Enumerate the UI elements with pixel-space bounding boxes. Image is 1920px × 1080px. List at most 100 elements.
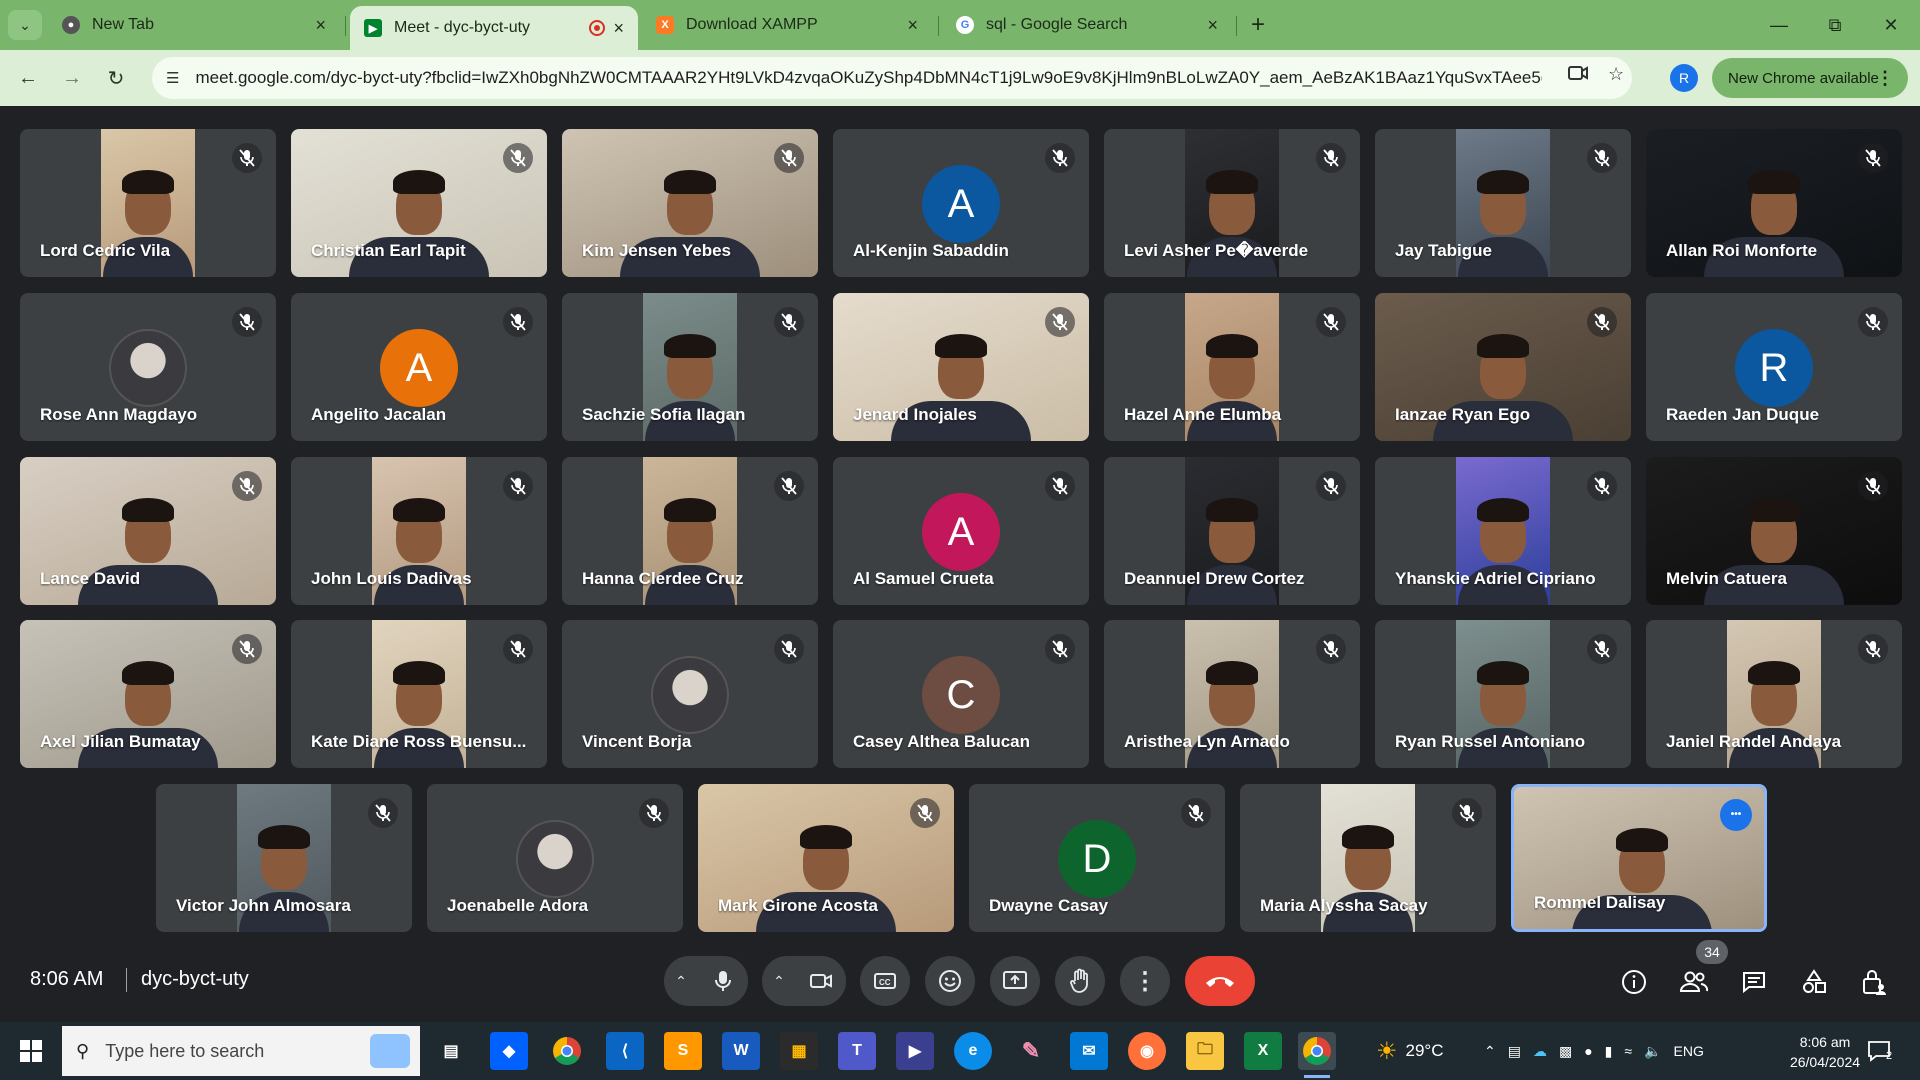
participant-tile-christian-earl-tapit[interactable]: Christian Earl Tapit [291, 129, 547, 277]
host-controls-button[interactable] [1854, 962, 1894, 1002]
start-button[interactable] [10, 1030, 52, 1072]
volume-icon[interactable]: 🔈 [1644, 1043, 1661, 1060]
dropbox-app[interactable]: ◆ [490, 1032, 528, 1070]
participant-tile-mark-girone-acosta[interactable]: Mark Girone Acosta [698, 784, 954, 932]
participant-tile-raeden-jan-duque[interactable]: R Raeden Jan Duque [1646, 293, 1902, 441]
self-tile-options-button[interactable]: ••• [1720, 799, 1752, 831]
weather-widget[interactable]: ☀ 29°C [1376, 1022, 1444, 1080]
present-screen-button[interactable] [990, 956, 1040, 1006]
tab-search-button[interactable]: ⌄ [8, 10, 42, 40]
language-indicator[interactable]: ENG [1674, 1043, 1704, 1059]
camera-button[interactable] [796, 956, 846, 1006]
leave-call-button[interactable] [1185, 956, 1255, 1006]
forward-button[interactable]: → [56, 62, 88, 94]
raise-hand-button[interactable] [1055, 956, 1105, 1006]
participant-tile-ianzae-ryan-ego[interactable]: Ianzae Ryan Ego [1375, 293, 1631, 441]
participant-tile-maria-alyssha-sacay[interactable]: Maria Alyssha Sacay [1240, 784, 1496, 932]
audio-options-button[interactable]: ⌃ [664, 973, 698, 990]
taskbar-clock[interactable]: 8:06 am 26/04/2024 [1770, 1032, 1880, 1072]
media-app[interactable]: ▶ [896, 1032, 934, 1070]
new-tab-button[interactable]: + [1243, 10, 1273, 40]
tab-google-search[interactable]: G sql - Google Search × [942, 8, 1232, 42]
store-app[interactable]: ▦ [780, 1032, 818, 1070]
device-icon[interactable]: ▤ [1508, 1043, 1521, 1060]
close-tab-icon[interactable]: × [613, 18, 624, 39]
participant-tile-allan-roi-monforte[interactable]: Allan Roi Monforte [1646, 129, 1902, 277]
edge-app[interactable]: e [954, 1032, 992, 1070]
teams-app[interactable]: T [838, 1032, 876, 1070]
back-button[interactable]: ← [12, 62, 44, 94]
microphone-tray-icon[interactable]: ● [1584, 1043, 1592, 1059]
participant-tile-kim-jensen-yebes[interactable]: Kim Jensen Yebes [562, 129, 818, 277]
participant-tile-casey-althea-balucan[interactable]: C Casey Althea Balucan [833, 620, 1089, 768]
minimize-button[interactable]: — [1750, 0, 1808, 50]
new-chrome-available-button[interactable]: New Chrome available ⋮ [1712, 58, 1908, 98]
chrome-app[interactable] [548, 1032, 586, 1070]
vscode-app[interactable]: ⟨ [606, 1032, 644, 1070]
meeting-details-button[interactable] [1614, 962, 1654, 1002]
word-app[interactable]: W [722, 1032, 760, 1070]
more-options-button[interactable]: ⋮ [1120, 956, 1170, 1006]
site-info-icon[interactable]: ☰ [166, 69, 179, 87]
activities-button[interactable] [1794, 962, 1834, 1002]
participant-tile-axel-jilian-bumatay[interactable]: Axel Jilian Bumatay [20, 620, 276, 768]
chat-button[interactable] [1734, 962, 1774, 1002]
participant-tile-deannuel-drew-cortez[interactable]: Deannuel Drew Cortez [1104, 457, 1360, 605]
people-button[interactable] [1674, 962, 1714, 1002]
notifications-button[interactable]: 2 [1866, 1038, 1906, 1066]
participant-tile-lord-cedric-vila[interactable]: Lord Cedric Vila [20, 129, 276, 277]
address-bar[interactable]: ☰ meet.google.com/dyc-byct-uty?fbclid=Iw… [152, 57, 1632, 99]
tab-download-xampp[interactable]: X Download XAMPP × [642, 8, 932, 42]
tab-meet[interactable]: ▶ Meet - dyc-byct-uty × [350, 6, 638, 50]
tab-new-tab[interactable]: ● New Tab × [48, 8, 340, 42]
participant-tile-sachzie-sofia-ilagan[interactable]: Sachzie Sofia Ilagan [562, 293, 818, 441]
participant-tile-melvin-catuera[interactable]: Melvin Catuera [1646, 457, 1902, 605]
participant-tile-angelito-jacalan[interactable]: A Angelito Jacalan [291, 293, 547, 441]
firefox-app[interactable]: ◉ [1128, 1032, 1166, 1070]
display-icon[interactable]: ▩ [1559, 1043, 1572, 1060]
participant-tile-kate-diane-ross-buensu[interactable]: Kate Diane Ross Buensu... [291, 620, 547, 768]
participant-tile-aristhea-lyn-arnado[interactable]: Aristhea Lyn Arnado [1104, 620, 1360, 768]
profile-avatar[interactable]: R [1670, 64, 1698, 92]
participant-tile-jenard-inojales[interactable]: Jenard Inojales [833, 293, 1089, 441]
participant-tile-hanna-clerdee-cruz[interactable]: Hanna Clerdee Cruz [562, 457, 818, 605]
participant-tile-yhanskie-adriel-cipriano[interactable]: Yhanskie Adriel Cipriano [1375, 457, 1631, 605]
mail-app[interactable]: ✉ [1070, 1032, 1108, 1070]
participant-tile-levi-asher-pe-averde[interactable]: Levi Asher Pe�averde [1104, 129, 1360, 277]
sublime-app[interactable]: S [664, 1032, 702, 1070]
participant-tile-dwayne-casay[interactable]: D Dwayne Casay [969, 784, 1225, 932]
participant-tile-rommel-dalisay[interactable]: ••• Rommel Dalisay [1511, 784, 1767, 932]
participant-tile-hazel-anne-elumba[interactable]: Hazel Anne Elumba [1104, 293, 1360, 441]
participant-tile-victor-john-almosara[interactable]: Victor John Almosara [156, 784, 412, 932]
participant-tile-vincent-borja[interactable]: Vincent Borja [562, 620, 818, 768]
task-view-button[interactable]: ▤ [432, 1032, 470, 1070]
participant-tile-lance-david[interactable]: Lance David [20, 457, 276, 605]
close-window-button[interactable]: ✕ [1862, 0, 1920, 50]
wifi-icon[interactable]: ≈ [1624, 1043, 1632, 1059]
maximize-button[interactable]: ⧉ [1806, 0, 1864, 50]
close-tab-icon[interactable]: × [315, 15, 326, 36]
reload-button[interactable]: ↻ [100, 62, 132, 94]
video-camera-icon[interactable] [1568, 64, 1588, 87]
close-tab-icon[interactable]: × [1207, 15, 1218, 36]
captions-button[interactable]: CC [860, 956, 910, 1006]
excel-app[interactable]: X [1244, 1032, 1282, 1070]
chrome-active-app[interactable] [1298, 1032, 1336, 1078]
participant-tile-jay-tabigue[interactable]: Jay Tabigue [1375, 129, 1631, 277]
close-tab-icon[interactable]: × [907, 15, 918, 36]
participant-tile-al-kenjin-sabaddin[interactable]: A Al-Kenjin Sabaddin [833, 129, 1089, 277]
file-explorer-app[interactable]: 🗀 [1186, 1032, 1224, 1070]
participant-tile-al-samuel-crueta[interactable]: A Al Samuel Crueta [833, 457, 1089, 605]
reactions-button[interactable] [925, 956, 975, 1006]
participant-tile-janiel-randel-andaya[interactable]: Janiel Randel Andaya [1646, 620, 1902, 768]
microphone-button[interactable] [698, 956, 748, 1006]
video-options-button[interactable]: ⌃ [762, 973, 796, 990]
paint-app[interactable]: ✎ [1012, 1032, 1050, 1070]
taskbar-search[interactable]: ⚲ Type here to search [62, 1026, 420, 1076]
chevron-up-icon[interactable]: ⌃ [1484, 1043, 1496, 1060]
bookmark-star-icon[interactable]: ☆ [1608, 64, 1624, 85]
participant-tile-rose-ann-magdayo[interactable]: Rose Ann Magdayo [20, 293, 276, 441]
participant-tile-john-louis-dadivas[interactable]: John Louis Dadivas [291, 457, 547, 605]
participant-tile-ryan-russel-antoniano[interactable]: Ryan Russel Antoniano [1375, 620, 1631, 768]
onedrive-icon[interactable]: ☁ [1533, 1043, 1547, 1060]
